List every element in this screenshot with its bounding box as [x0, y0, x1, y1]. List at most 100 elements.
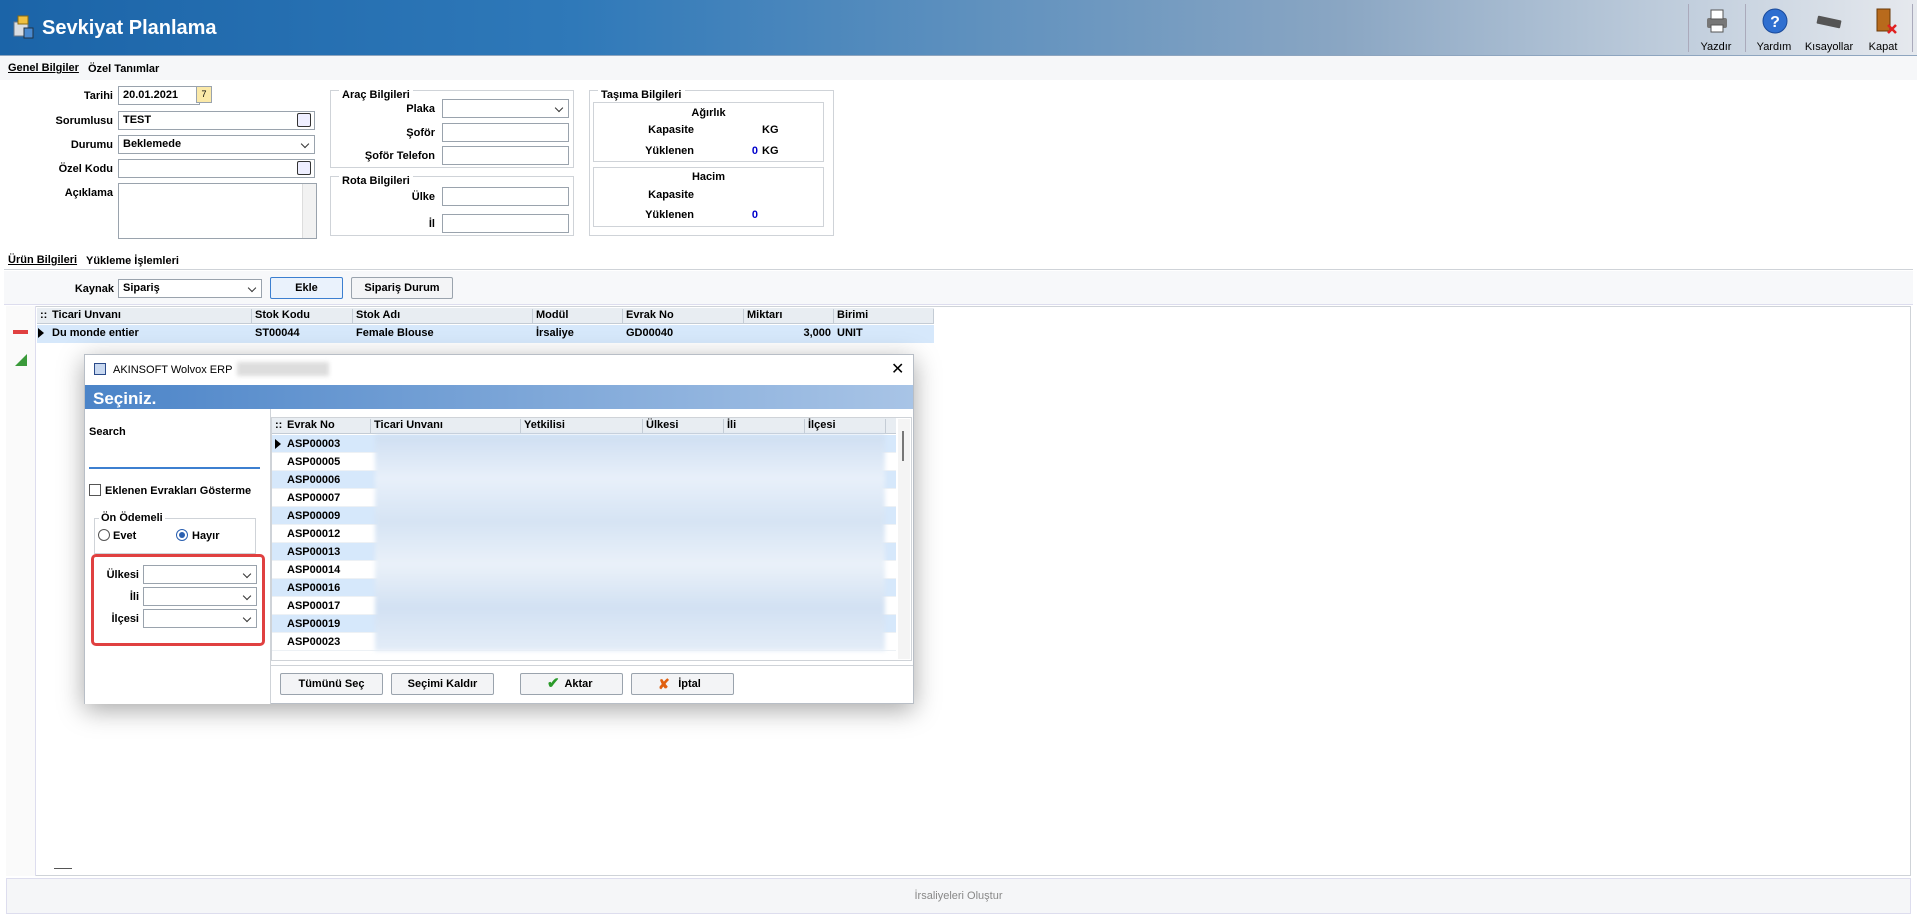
col-country[interactable]: Ülkesi — [643, 419, 724, 434]
col-quantity[interactable]: Miktarı — [744, 309, 834, 324]
column-chooser-icon[interactable]: :: — [272, 419, 284, 434]
radio-no-label: Hayır — [192, 530, 220, 542]
weight-loaded-label: Yüklenen — [645, 145, 694, 157]
date-field[interactable]: 20.01.2021 — [118, 86, 200, 105]
lookup-icon[interactable] — [297, 161, 311, 175]
cancel-icon: ✘ — [658, 676, 670, 692]
select-all-button[interactable]: Tümünü Seç — [280, 673, 383, 695]
col-district[interactable]: İlçesi — [805, 419, 886, 434]
route-group-title: Rota Bilgileri — [339, 175, 413, 187]
filter-district-select[interactable] — [143, 609, 257, 628]
weight-loaded-unit: KG — [762, 145, 779, 157]
doc-number-cell: ASP00013 — [287, 546, 341, 558]
filter-country-select[interactable] — [143, 565, 257, 584]
radio-yes[interactable] — [98, 529, 110, 541]
col-stock-code[interactable]: Stok Kodu — [252, 309, 353, 324]
toolbar-separator — [1745, 4, 1746, 52]
remove-row-icon[interactable] — [13, 330, 28, 334]
col-city[interactable]: İli — [724, 419, 805, 434]
status-select[interactable]: Beklemede — [118, 135, 315, 154]
tab-general-info[interactable]: Genel Bilgiler — [8, 62, 79, 74]
col-module[interactable]: Modül — [533, 309, 623, 324]
doc-number-cell: ASP00019 — [287, 618, 341, 630]
doc-number-cell: ASP00003 — [287, 438, 341, 450]
select-dialog: AKINSOFT Wolvox ERP ✕ Seçiniz. Search Ek… — [84, 354, 914, 704]
window-title: Sevkiyat Planlama — [42, 17, 217, 39]
date-label: Tarihi — [83, 90, 113, 102]
tab-special-definitions[interactable]: Özel Tanımlar — [88, 63, 159, 75]
create-waybills-button[interactable]: İrsaliyeleri Oluştur — [6, 890, 1911, 902]
row-pointer-icon — [275, 439, 281, 449]
title-bar: Sevkiyat Planlama Yazdır ? Yardım Kısayo… — [0, 0, 1917, 56]
help-icon: ? — [1762, 8, 1788, 34]
filter-city-label: İli — [129, 591, 139, 603]
column-chooser-icon[interactable]: :: — [37, 309, 49, 324]
volume-loaded-value: 0 — [751, 209, 758, 221]
tab-product-info[interactable]: Ürün Bilgileri — [8, 254, 77, 266]
dialog-divider — [271, 665, 913, 666]
col-trade-title[interactable]: Ticari Unvanı — [49, 309, 252, 324]
source-label: Kaynak — [74, 283, 114, 295]
filter-district-label: İlçesi — [111, 613, 139, 625]
order-status-button[interactable]: Sipariş Durum — [351, 277, 453, 299]
shortcuts-button[interactable]: Kısayollar — [1801, 4, 1857, 54]
add-button[interactable]: Ekle — [270, 277, 343, 299]
col-unit[interactable]: Birimi — [834, 309, 934, 324]
help-label: Yardım — [1756, 41, 1792, 53]
dialog-close-icon[interactable]: ✕ — [891, 359, 904, 379]
cancel-button[interactable]: ✘ İptal — [631, 673, 734, 695]
doc-number-cell: ASP00016 — [287, 582, 341, 594]
driver-phone-field[interactable] — [442, 146, 569, 165]
table-row[interactable]: Du monde entier ST00044 Female Blouse İr… — [37, 325, 934, 343]
country-field[interactable] — [442, 187, 569, 206]
cell-stock-code: ST00044 — [255, 327, 300, 339]
description-textarea[interactable] — [118, 183, 317, 239]
plate-select[interactable] — [442, 99, 569, 118]
col-stock-name[interactable]: Stok Adı — [353, 309, 533, 324]
close-label: Kapat — [1868, 41, 1898, 53]
filter-city-select[interactable] — [143, 587, 257, 606]
col-doc-no[interactable]: Evrak No — [284, 419, 371, 434]
cell-doc-no: GD00040 — [626, 327, 674, 339]
city-label: İl — [428, 218, 435, 230]
exclude-added-checkbox[interactable] — [89, 484, 101, 496]
cell-unit: UNIT — [837, 327, 863, 339]
cell-module: İrsaliye — [536, 327, 574, 339]
edit-triangle-icon[interactable] — [15, 354, 27, 366]
grid-scrollbar[interactable] — [898, 419, 910, 659]
search-label: Search — [89, 426, 126, 438]
transfer-button[interactable]: ✔ Aktar — [520, 673, 623, 695]
search-input[interactable] — [89, 449, 260, 469]
city-field[interactable] — [442, 214, 569, 233]
radio-no-dot — [179, 532, 185, 538]
special-code-field[interactable] — [118, 159, 315, 178]
clear-selection-button[interactable]: Seçimi Kaldır — [391, 673, 494, 695]
driver-field[interactable] — [442, 123, 569, 142]
radio-no[interactable] — [176, 529, 188, 541]
dialog-titlebar: AKINSOFT Wolvox ERP ✕ — [85, 355, 913, 385]
doc-number-cell: ASP00009 — [287, 510, 341, 522]
dialog-app-title: AKINSOFT Wolvox ERP — [113, 364, 233, 376]
help-button[interactable]: ? Yardım — [1747, 4, 1801, 54]
source-select[interactable]: Sipariş — [118, 279, 262, 298]
description-scrollbar[interactable] — [302, 184, 316, 238]
col-doc-no[interactable]: Evrak No — [623, 309, 744, 324]
print-button[interactable]: Yazdır — [1689, 4, 1743, 54]
exclude-added-label: Eklenen Evrakları Gösterme — [105, 485, 252, 497]
radio-yes-label: Evet — [113, 530, 137, 542]
doc-number-cell: ASP00005 — [287, 456, 341, 468]
responsible-label: Sorumlusu — [55, 115, 113, 127]
close-button[interactable]: Kapat — [1856, 4, 1910, 54]
responsible-field[interactable]: TEST — [118, 111, 315, 130]
calendar-icon[interactable]: 7 — [196, 86, 212, 103]
tab-loading-operations[interactable]: Yükleme İşlemleri — [86, 255, 179, 267]
col-contact[interactable]: Yetkilisi — [521, 419, 643, 434]
weight-loaded-value: 0 — [751, 145, 758, 157]
lookup-icon[interactable] — [297, 113, 311, 127]
special-code-label: Özel Kodu — [58, 163, 113, 175]
col-trade-title[interactable]: Ticari Unvanı — [371, 419, 521, 434]
grid-scrollbar-thumb[interactable] — [902, 431, 904, 461]
plate-label: Plaka — [406, 103, 435, 115]
exit-door-icon — [1876, 8, 1897, 34]
app-icon — [12, 14, 34, 40]
